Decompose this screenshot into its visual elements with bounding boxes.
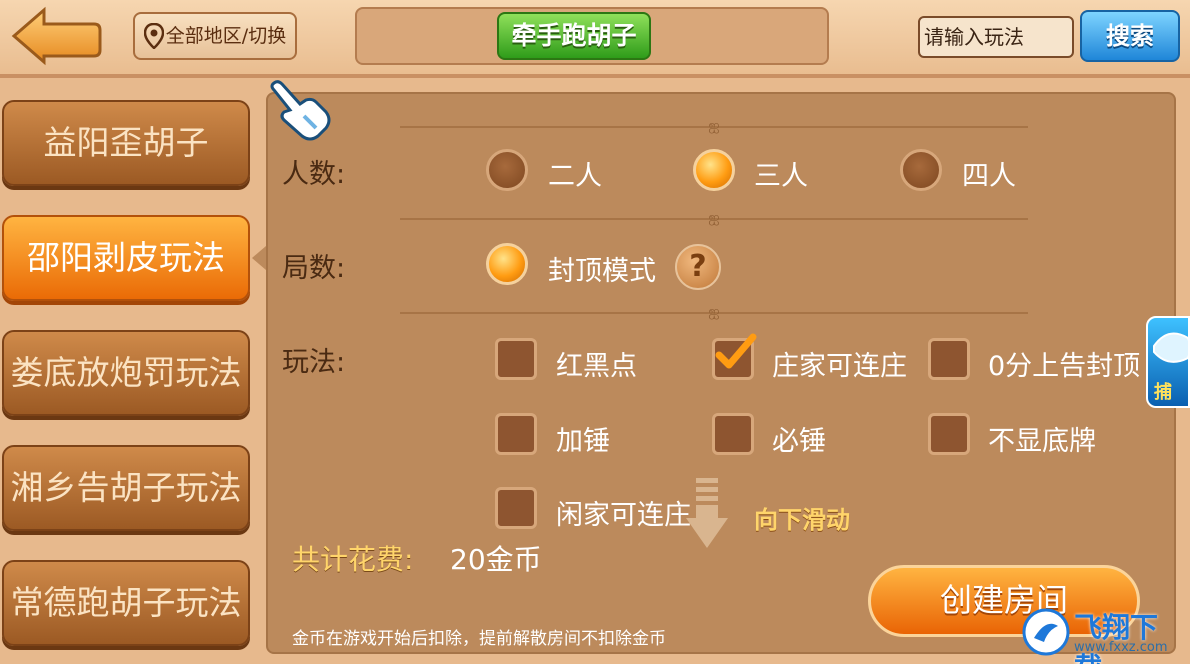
sidebar-item-yiyang[interactable]: 益阳歪胡子 <box>2 100 250 186</box>
search-input[interactable] <box>918 16 1074 58</box>
checkbox-red-black[interactable] <box>495 338 537 380</box>
watermark-name: 飞翔下载 <box>1074 611 1159 664</box>
back-arrow-icon <box>11 6 102 66</box>
option-label: 0分上告封顶 <box>988 351 1141 382</box>
option-label: 四人 <box>962 161 1016 192</box>
cost-value: 20金币 <box>450 543 542 576</box>
divider-ornament-icon: ஐ <box>708 210 720 226</box>
option-label: 三人 <box>754 161 808 192</box>
hand-pointer-icon <box>270 80 331 141</box>
divider-ornament-icon: ஐ <box>708 118 720 134</box>
sidebar-item-xiangxiang[interactable]: 湘乡告胡子玩法 <box>2 445 250 531</box>
radio-three-players[interactable] <box>693 149 735 191</box>
rounds-label: 局数: <box>282 253 346 284</box>
game-title: 牵手跑胡子 <box>497 12 651 60</box>
question-icon[interactable]: ? <box>675 244 721 290</box>
cost-label: 共计花费: <box>292 543 414 576</box>
checkbox-idle-continue[interactable] <box>495 487 537 529</box>
fish-icon <box>1153 332 1188 363</box>
option-label: 加锤 <box>556 426 610 457</box>
sidebar-item-loudi[interactable]: 娄底放炮罚玩法 <box>2 330 250 416</box>
scroll-hint: 向下滑动 <box>754 506 850 534</box>
location-pin-icon <box>143 23 164 49</box>
promo-label: 捕鱼 <box>1154 382 1172 403</box>
divider-ornament-icon: ஐ <box>708 304 720 320</box>
checkmark-icon <box>715 333 757 369</box>
option-label: 闲家可连庄 <box>556 500 691 531</box>
checkbox-dealer-continue[interactable] <box>712 333 757 380</box>
checkbox-add-hammer[interactable] <box>495 413 537 455</box>
top-bar: 全部地区/切换 牵手跑胡子 搜索 <box>0 0 1190 78</box>
cost-notice: 金币在游戏开始后扣除，提前解散房间不扣除金币 <box>292 629 666 649</box>
radio-capped-mode[interactable] <box>486 243 528 285</box>
watermark-logo-icon <box>1022 608 1070 656</box>
option-label: 二人 <box>548 161 602 192</box>
search-button[interactable]: 搜索 <box>1080 10 1180 62</box>
checkbox-must-hammer[interactable] <box>712 413 754 455</box>
radio-four-players[interactable] <box>900 149 942 191</box>
watermark-url: www.fxxz.com <box>1074 640 1168 655</box>
sidebar-item-changde[interactable]: 常德跑胡子玩法 <box>2 560 250 646</box>
checkbox-hide-bottom[interactable] <box>928 413 970 455</box>
option-label: 封顶模式 <box>548 256 656 287</box>
option-label: 必锤 <box>772 426 826 457</box>
option-label: 庄家可连庄 <box>772 351 907 382</box>
option-label: 红黑点 <box>556 351 637 382</box>
radio-two-players[interactable] <box>486 149 528 191</box>
back-button[interactable] <box>10 6 102 66</box>
sidebar-item-shaoyang[interactable]: 邵阳剥皮玩法 <box>2 215 250 301</box>
play-label: 玩法: <box>282 347 346 378</box>
checkbox-zero-cap[interactable] <box>928 338 970 380</box>
region-button-label: 全部地区/切换 <box>165 25 287 47</box>
region-switch-button[interactable]: 全部地区/切换 <box>133 12 297 60</box>
title-frame: 牵手跑胡子 <box>355 7 829 65</box>
arrow-down-icon <box>686 478 728 548</box>
active-tab-pointer <box>252 246 266 270</box>
players-label: 人数: <box>282 159 346 190</box>
fish-game-icon[interactable]: 捕鱼 <box>1146 316 1190 408</box>
option-label: 不显底牌 <box>988 426 1096 457</box>
watermark: 飞翔下载 www.fxxz.com <box>1022 604 1184 664</box>
